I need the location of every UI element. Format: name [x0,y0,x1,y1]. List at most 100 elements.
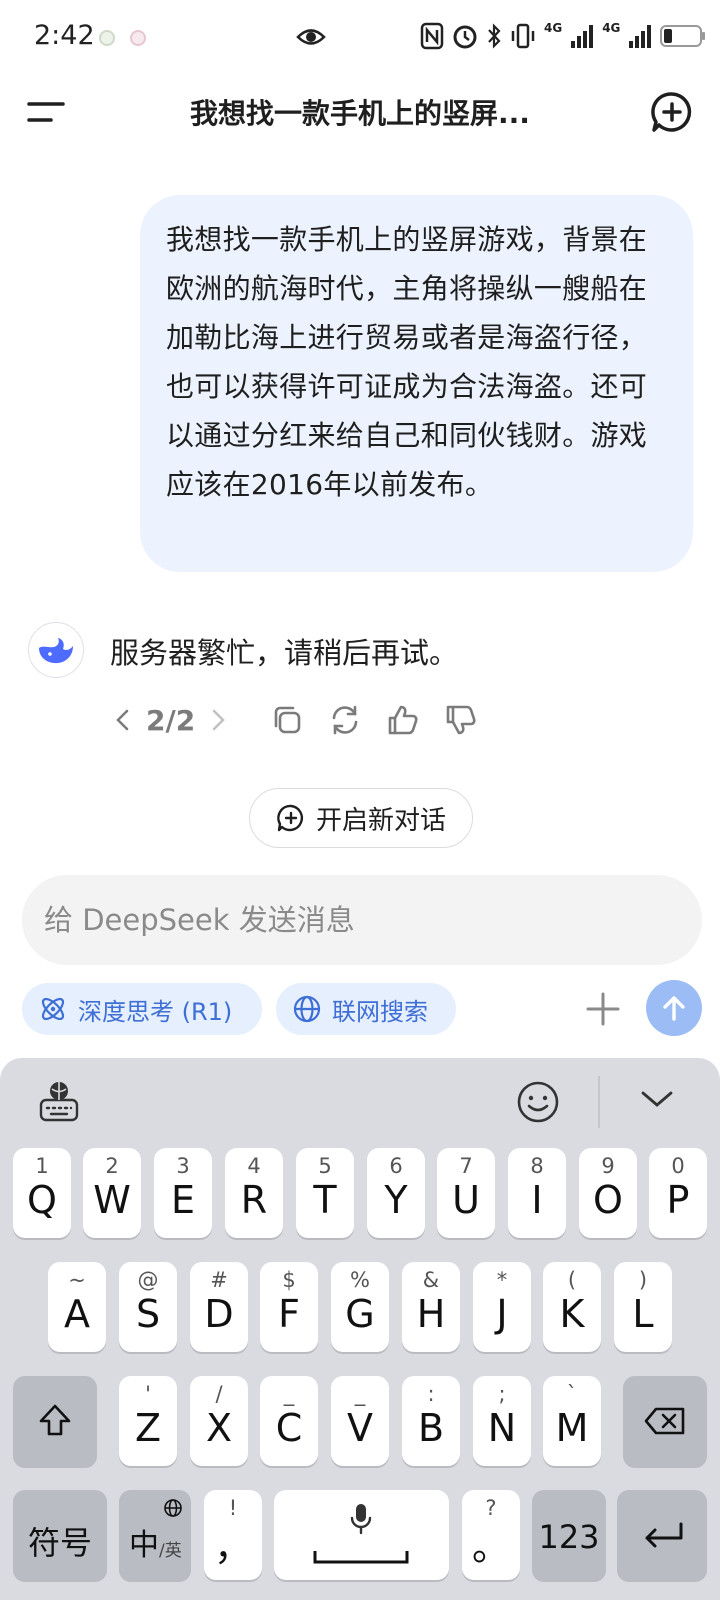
user-message-text: 我想找一款手机上的竖屏游戏，背景在欧洲的航海时代，主角将操纵一艘船在加勒比海上进… [166,223,648,501]
status-time: 2:42 [34,20,95,51]
key-label: Y [384,1178,408,1222]
web-search-toggle[interactable]: 联网搜索 [276,983,456,1035]
status-bar: 2:42 4G 4G [0,0,720,76]
new-dialog-button[interactable]: 开启新对话 [249,788,473,848]
network-label: 4G [544,21,563,35]
chevron-right-icon[interactable] [205,707,231,733]
backspace-key[interactable] [623,1376,707,1466]
response-pager: 2/2 [110,704,231,737]
key-sub: ` [566,1382,578,1406]
assistant-message-text: 服务器繁忙，请稍后再试。 [110,636,459,670]
key-k[interactable]: (K [543,1262,601,1352]
key-e[interactable]: 3E [154,1148,212,1238]
key-label: V [347,1406,373,1450]
vibrate-icon [511,23,535,49]
key-label: X [205,1406,233,1450]
key-q[interactable]: 1Q [13,1148,71,1238]
space-bar-icon [313,1551,409,1564]
key-b[interactable]: :B [402,1376,460,1466]
key-x[interactable]: / X [190,1376,248,1466]
key-label: E [170,1178,195,1222]
web-search-label: 联网搜索 [332,997,428,1026]
key-t[interactable]: 5T [296,1148,354,1238]
key-label: D [204,1292,234,1336]
enter-key[interactable] [617,1490,707,1580]
nfc-icon [420,22,444,50]
message-action-row: 2/2 [110,698,479,742]
key-label: O [593,1178,623,1222]
shift-icon [39,1404,71,1436]
regenerate-icon[interactable] [327,702,363,738]
pager-count: 2/2 [146,703,196,737]
key-j[interactable]: * J [473,1262,531,1352]
key-g[interactable]: % G [331,1262,389,1352]
symbols-key[interactable]: 符号 [13,1490,107,1580]
chevron-down-icon[interactable] [640,1088,674,1110]
key-m[interactable]: ` M [543,1376,601,1466]
bluetooth-icon [488,23,501,49]
arrow-up-icon [663,996,685,1021]
key-label: M [555,1406,589,1450]
key-sub: 4 [247,1154,261,1178]
symbols-label: 符号 [27,1524,92,1562]
key-s[interactable]: @ S [119,1262,177,1352]
copy-icon[interactable] [269,702,305,738]
key-sub: _ [283,1382,295,1406]
key-sub: % [350,1268,370,1292]
key-f[interactable]: $ F [260,1262,318,1352]
key-n[interactable]: ; N [473,1376,531,1466]
key-a[interactable]: ~ A [48,1262,106,1352]
key-sub: 3 [176,1154,190,1178]
toolbar-divider [598,1076,600,1128]
key-d[interactable]: # D [190,1262,248,1352]
message-input[interactable] [44,903,680,937]
enter-icon [645,1522,683,1548]
plus-icon[interactable] [584,990,622,1028]
key-y[interactable]: 6Y [367,1148,425,1238]
key-l[interactable]: ) L [614,1262,672,1352]
key-v[interactable]: _ V [331,1376,389,1466]
key-label: H [416,1292,446,1336]
chat-plus-icon[interactable] [650,90,694,134]
key-r[interactable]: 4R [225,1148,283,1238]
lang-sub-label: /英 [159,1541,182,1561]
period-key[interactable]: ? 。 [462,1490,520,1580]
key-sub: ~ [68,1268,86,1292]
key-label: A [64,1292,90,1336]
key-p[interactable]: 0P [649,1148,707,1238]
comma-key[interactable]: ! ， [204,1490,262,1580]
language-key[interactable]: 中 /英 [119,1490,191,1580]
message-input-container[interactable] [22,875,702,965]
numbers-key[interactable]: 123 [532,1490,606,1580]
key-i[interactable]: 8I [508,1148,566,1238]
whale-logo-icon [39,638,73,664]
assistant-avatar [28,622,84,678]
key-h[interactable]: & H [402,1262,460,1352]
key-u[interactable]: 7U [437,1148,495,1238]
emoji-icon[interactable] [516,1080,560,1124]
key-label: Z [134,1406,162,1450]
key-z[interactable]: ' Z [119,1376,177,1466]
menu-icon[interactable] [26,96,66,130]
space-key[interactable] [274,1490,449,1580]
user-message-bubble[interactable]: 我想找一款手机上的竖屏游戏，背景在欧洲的航海时代，主角将操纵一艘船在加勒比海上进… [140,195,693,572]
send-button[interactable] [646,980,702,1036]
key-sub: 6 [389,1154,403,1178]
network-label-2: 4G [602,21,621,35]
thumbs-up-icon[interactable] [385,702,421,738]
deep-think-toggle[interactable]: 深度思考 (R1) [22,983,262,1035]
notification-icon [99,30,115,46]
key-label: B [417,1406,445,1450]
key-w[interactable]: 2W [83,1148,141,1238]
shift-key[interactable] [13,1376,97,1466]
atom-icon [41,997,65,1021]
chevron-left-icon[interactable] [110,707,136,733]
keyboard-switch-icon[interactable] [38,1080,80,1124]
key-sub: 8 [530,1154,544,1178]
key-c[interactable]: _ C [260,1376,318,1466]
thumbs-down-icon[interactable] [443,702,479,738]
notification-icon-2 [130,30,146,46]
key-label: J [496,1292,508,1336]
key-label: C [275,1406,303,1450]
key-o[interactable]: 9O [579,1148,637,1238]
